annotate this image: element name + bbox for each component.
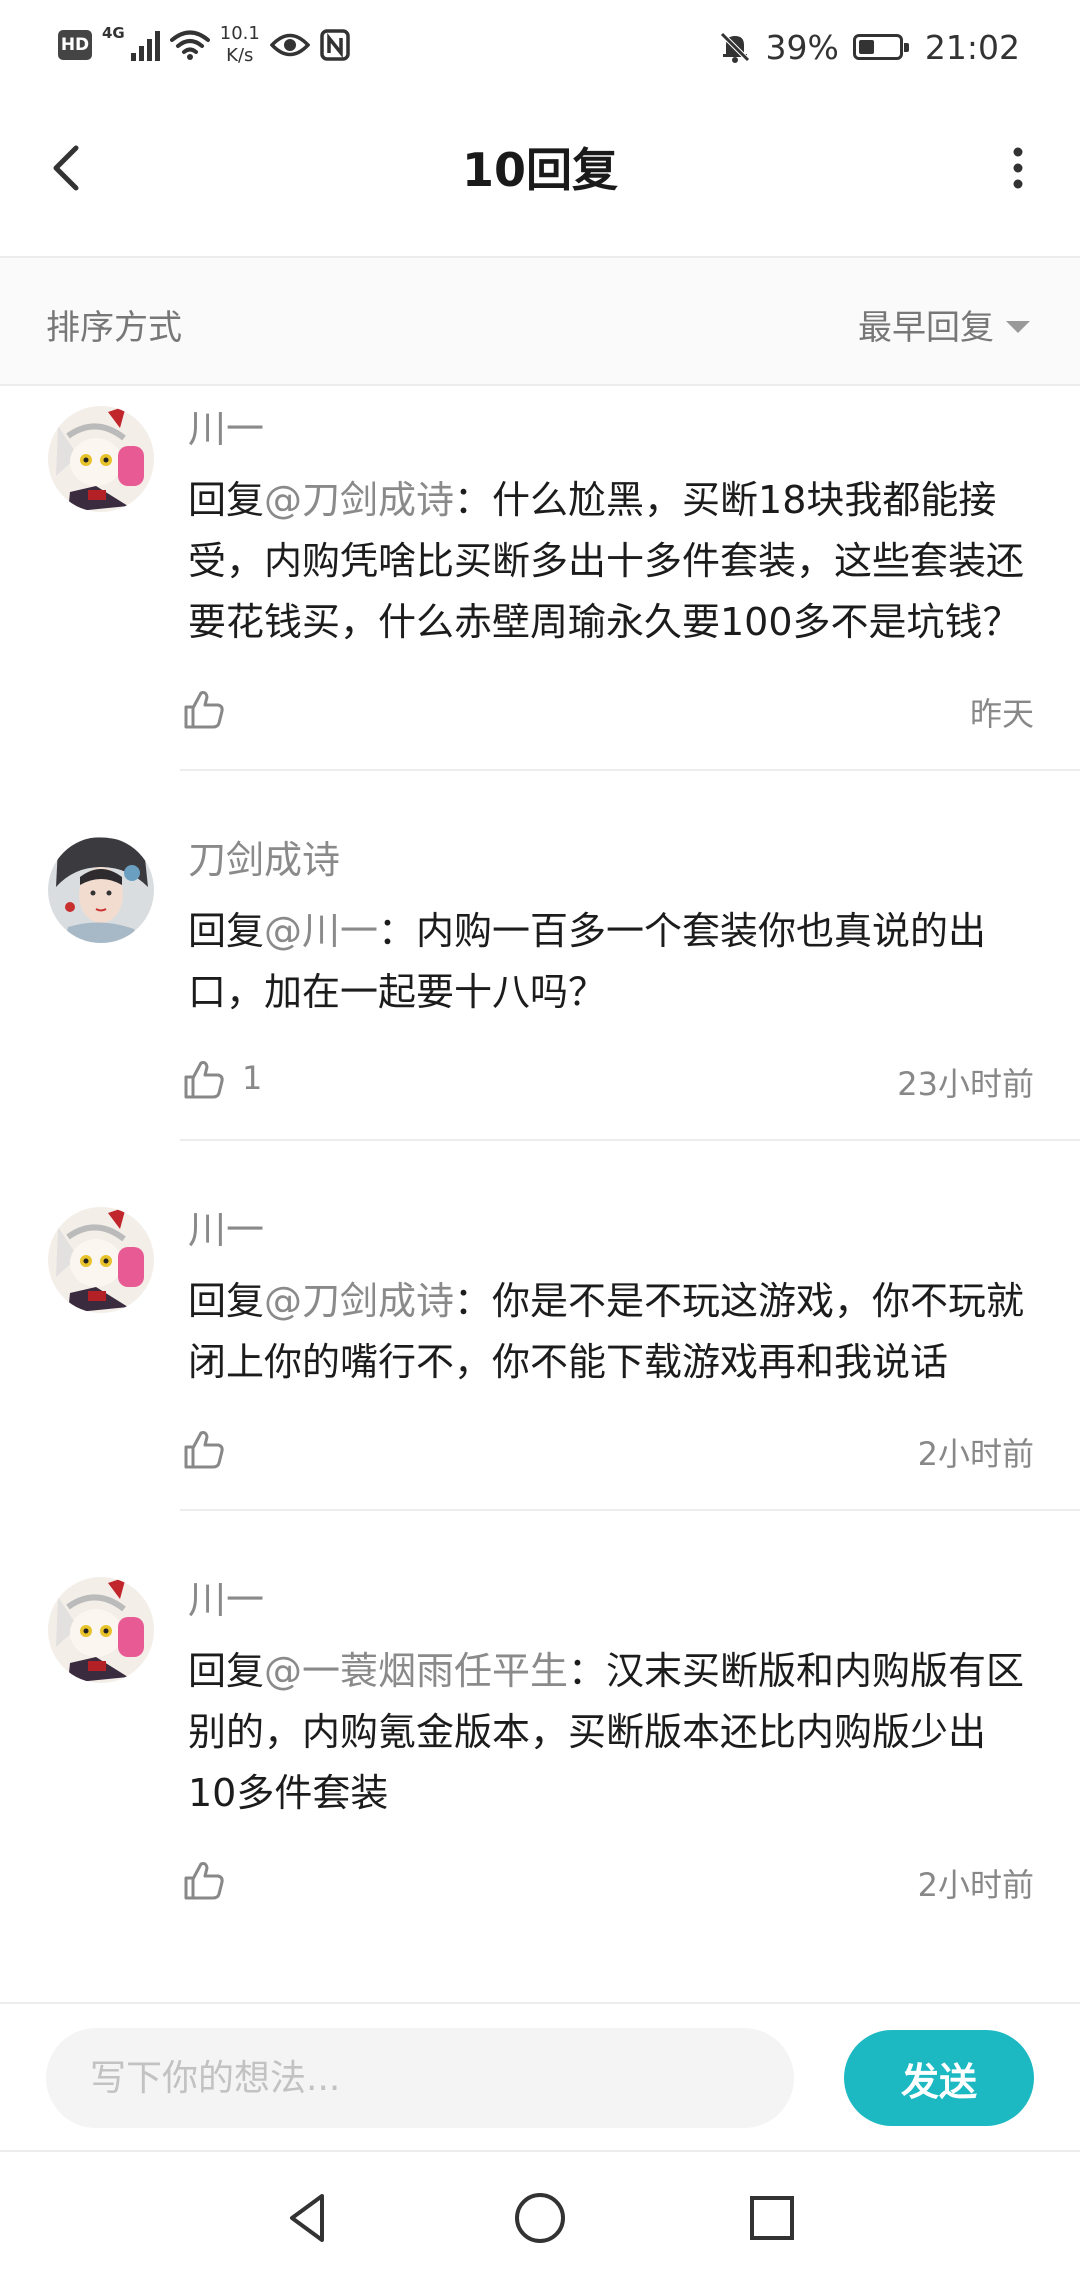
network-type: 4G <box>102 24 125 42</box>
reply-time: 昨天 <box>969 695 1034 733</box>
avatar[interactable] <box>48 406 154 512</box>
sort-dropdown[interactable]: 最早回复 <box>858 300 1030 349</box>
avatar[interactable] <box>48 837 154 943</box>
bell-muted-icon <box>719 32 750 63</box>
reply-content: 回复@川一：内购一百多一个套装你也真说的出口，加在一起要十八吗？ <box>188 901 1034 1023</box>
nfc-icon <box>320 29 350 61</box>
sort-label: 排序方式 <box>46 308 182 348</box>
send-button[interactable]: 发送 <box>844 2030 1034 2126</box>
reply-list[interactable]: 川一 回复@刀剑成诗：什么尬黑，买断18块我都能接受，内购凭啥比买断多出十多件套… <box>0 386 1080 2000</box>
hd-icon: HD <box>58 30 92 60</box>
network-speed: 10.1 K/s <box>220 23 260 67</box>
reply-author[interactable]: 刀剑成诗 <box>188 835 1034 885</box>
reply-item: 川一 回复@刀剑成诗：你是不是不玩这游戏，你不玩就闭上你的嘴行不，你不能下载游戏… <box>0 1141 1080 1511</box>
chevron-down-icon <box>1006 320 1030 333</box>
reply-time: 2小时前 <box>917 1435 1034 1473</box>
speed-value: 10.1 <box>219 23 260 44</box>
reply-prefix: 回复 <box>188 1649 265 1693</box>
reply-input[interactable] <box>46 2028 794 2128</box>
reply-author[interactable]: 川一 <box>188 1575 1034 1625</box>
like-count: 1 <box>242 1059 263 1097</box>
thumbs-up-icon[interactable] <box>182 687 226 731</box>
reply-item: 川一 回复@刀剑成诗：什么尬黑，买断18块我都能接受，内购凭啥比买断多出十多件套… <box>0 386 1080 771</box>
avatar[interactable] <box>48 1577 154 1683</box>
sort-bar: 排序方式 最早回复 <box>0 258 1080 386</box>
reply-item: 刀剑成诗 回复@川一：内购一百多一个套装你也真说的出口，加在一起要十八吗？ 1 … <box>0 771 1080 1141</box>
eye-icon <box>269 33 310 57</box>
reply-item: 川一 回复@一蓑烟雨任平生：汉末买断版和内购版有区别的，内购氪金版本，买断版本还… <box>0 1511 1080 1914</box>
reply-mention[interactable]: @刀剑成诗 <box>264 1279 454 1323</box>
reply-time: 2小时前 <box>917 1866 1034 1904</box>
reply-prefix: 回复 <box>188 1279 265 1323</box>
top-bar: 10回复 <box>0 92 1080 258</box>
speed-unit: K/s <box>226 45 254 66</box>
reply-author[interactable]: 川一 <box>188 404 1034 454</box>
page-title: 10回复 <box>461 143 618 197</box>
reply-mention[interactable]: @川一 <box>264 909 378 953</box>
more-options-icon[interactable] <box>980 138 1040 198</box>
nav-recents-icon[interactable] <box>742 2188 802 2248</box>
reply-time: 23小时前 <box>897 1065 1034 1103</box>
reply-prefix: 回复 <box>188 909 265 953</box>
thumbs-up-icon[interactable] <box>182 1858 226 1902</box>
reply-mention[interactable]: @一蓑烟雨任平生 <box>264 1649 568 1693</box>
sort-selected: 最早回复 <box>858 308 994 348</box>
signal-icon <box>130 29 160 61</box>
reply-content: 回复@刀剑成诗：你是不是不玩这游戏，你不玩就闭上你的嘴行不，你不能下载游戏再和我… <box>188 1271 1034 1393</box>
thumbs-up-icon[interactable] <box>182 1427 226 1471</box>
battery-icon <box>852 34 909 60</box>
reply-input-bar: 发送 <box>0 2002 1080 2152</box>
nav-back-icon[interactable] <box>278 2188 338 2248</box>
nav-home-icon[interactable] <box>510 2188 570 2248</box>
reply-content: 回复@刀剑成诗：什么尬黑，买断18块我都能接受，内购凭啥比买断多出十多件套装，这… <box>188 470 1034 653</box>
battery-percent: 39% <box>765 27 839 67</box>
reply-mention[interactable]: @刀剑成诗 <box>264 478 454 522</box>
wifi-icon <box>169 30 210 60</box>
system-nav-bar <box>0 2150 1080 2282</box>
status-right: 39% 21:02 <box>718 22 1020 72</box>
status-bar: HD 4G 10.1 K/s 39% 21:02 <box>0 0 1080 92</box>
reply-author[interactable]: 川一 <box>188 1205 1034 1255</box>
avatar[interactable] <box>48 1207 154 1313</box>
status-left: HD 4G 10.1 K/s <box>58 20 350 70</box>
thumbs-up-icon[interactable] <box>182 1057 226 1101</box>
reply-prefix: 回复 <box>188 478 265 522</box>
battery-fill <box>858 40 874 54</box>
clock: 21:02 <box>924 27 1020 67</box>
reply-content: 回复@一蓑烟雨任平生：汉末买断版和内购版有区别的，内购氪金版本，买断版本还比内购… <box>188 1641 1034 1824</box>
